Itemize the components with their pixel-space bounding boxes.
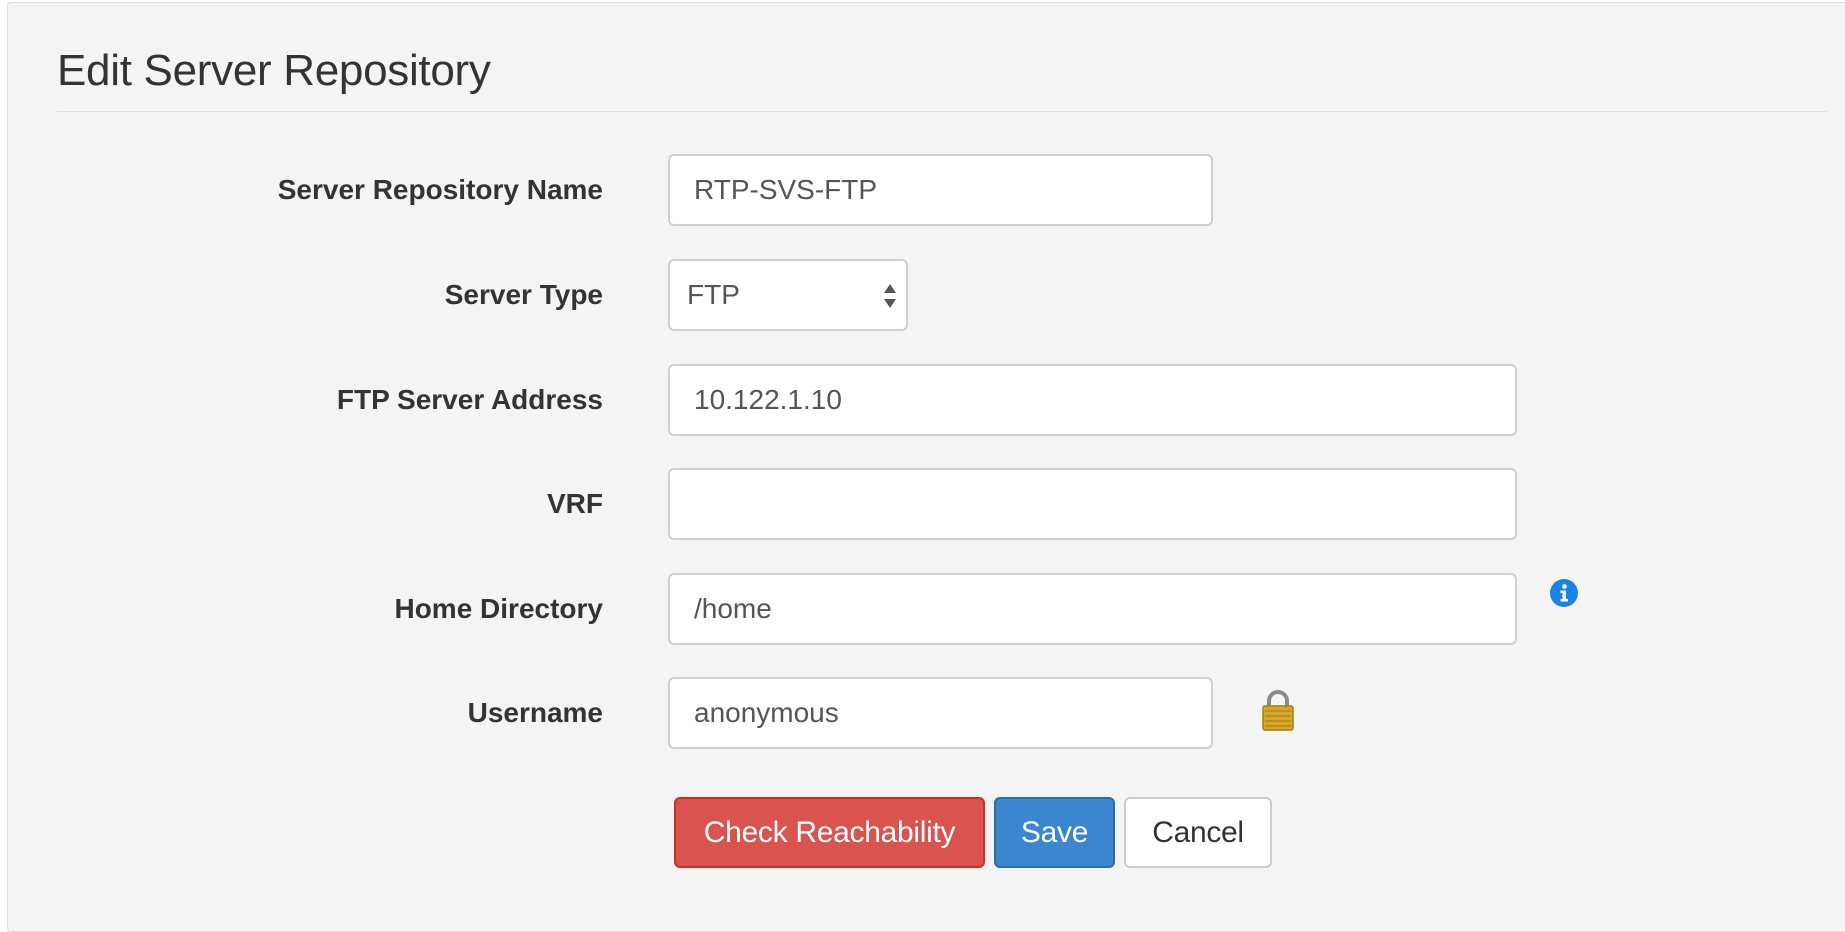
server-type-row: Server Type FTP xyxy=(8,259,1845,331)
title-divider xyxy=(57,111,1827,112)
username-label: Username xyxy=(467,697,603,728)
check-reachability-button[interactable]: Check Reachability xyxy=(674,797,985,868)
cancel-button[interactable]: Cancel xyxy=(1124,797,1272,868)
ftp-server-address-row: FTP Server Address xyxy=(8,364,1845,436)
ftp-server-address-label: FTP Server Address xyxy=(336,384,603,415)
save-button[interactable]: Save xyxy=(994,797,1115,868)
vrf-label: VRF xyxy=(547,488,603,519)
repository-name-row: Server Repository Name xyxy=(8,154,1845,226)
select-arrows-icon xyxy=(884,284,896,308)
repository-name-input[interactable] xyxy=(668,154,1213,226)
repository-name-label: Server Repository Name xyxy=(277,174,603,205)
home-directory-input[interactable] xyxy=(668,573,1517,645)
vrf-input[interactable] xyxy=(668,468,1517,540)
edit-server-repository-panel: Edit Server Repository Server Repository… xyxy=(7,2,1845,932)
ftp-server-address-input[interactable] xyxy=(668,364,1517,436)
page-title: Edit Server Repository xyxy=(57,46,491,95)
username-row: Username xyxy=(8,677,1845,749)
username-input[interactable] xyxy=(668,677,1213,749)
vrf-row: VRF xyxy=(8,468,1845,540)
server-type-select[interactable]: FTP xyxy=(668,259,908,331)
lock-icon[interactable] xyxy=(1261,689,1295,731)
server-type-label: Server Type xyxy=(444,279,603,310)
server-type-selected-value: FTP xyxy=(687,279,740,310)
home-directory-label: Home Directory xyxy=(394,593,603,624)
info-icon[interactable] xyxy=(1549,578,1579,608)
